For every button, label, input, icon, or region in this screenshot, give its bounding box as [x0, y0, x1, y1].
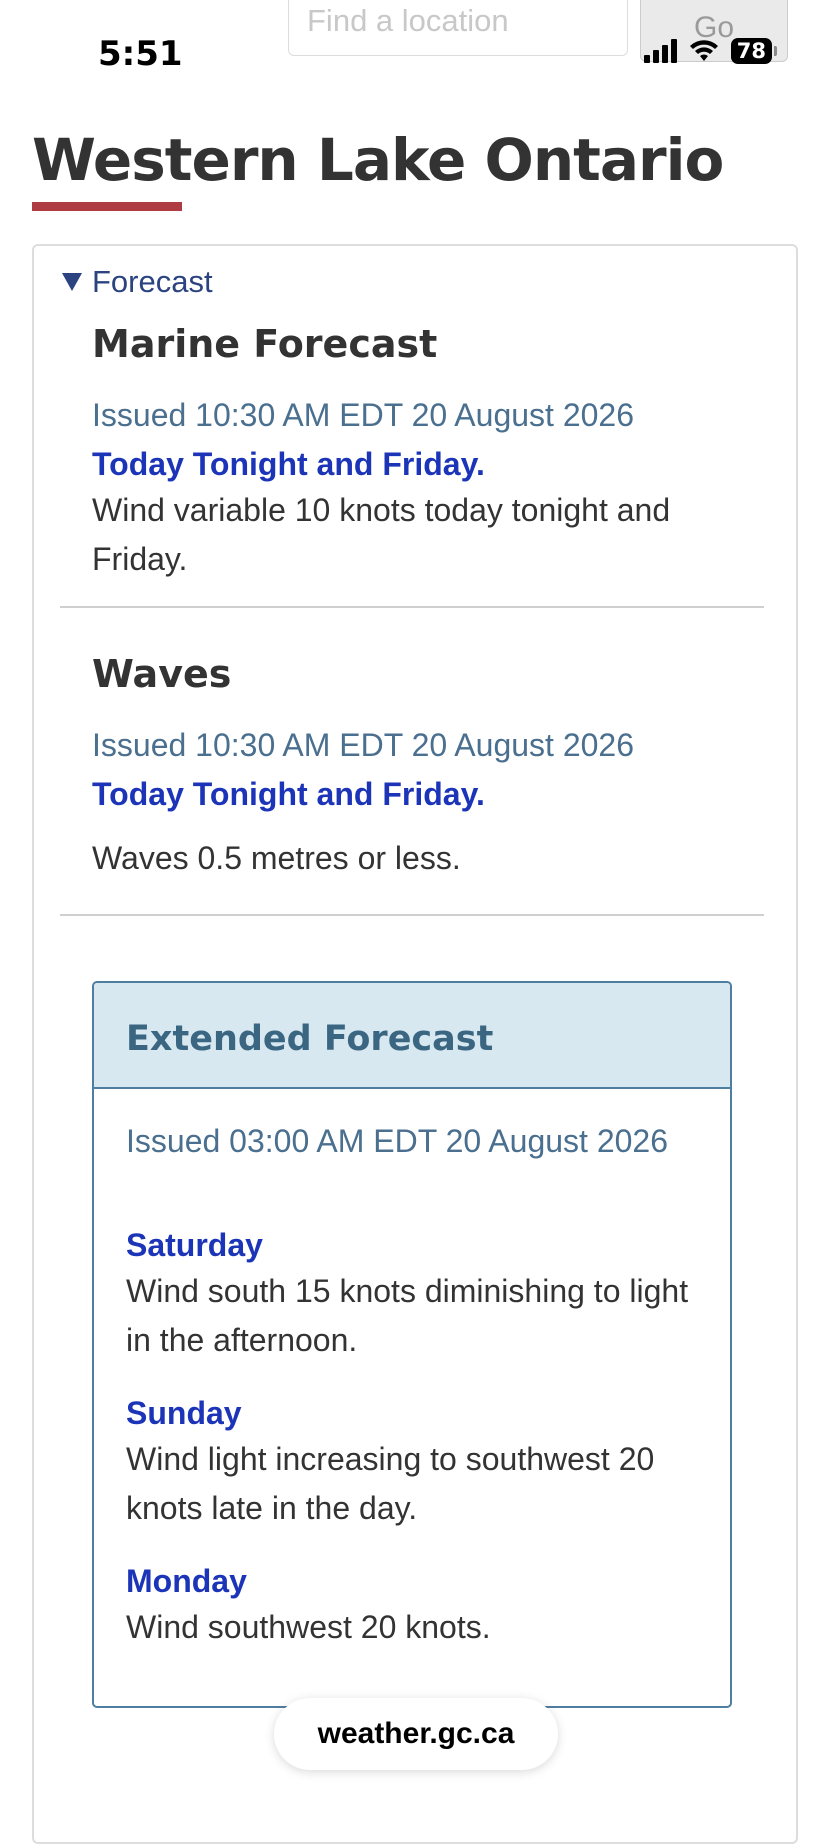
triangle-down-icon [62, 273, 82, 291]
extended-day-monday: Monday [126, 1563, 247, 1599]
extended-forecast-box: Extended Forecast Issued 03:00 AM EDT 20… [92, 981, 732, 1708]
extended-day-sunday: Sunday [126, 1395, 242, 1431]
waves-period: Today Tonight and Friday. [92, 776, 485, 812]
status-icons: 78 [643, 38, 778, 64]
extended-forecast-heading: Extended Forecast [94, 983, 730, 1089]
wifi-icon [689, 40, 718, 61]
search-input[interactable]: Find a location [288, 0, 628, 56]
forecast-summary-label: Forecast [92, 264, 213, 299]
extended-day-text: Wind light increasing to southwest 20 kn… [126, 1441, 655, 1526]
divider [60, 914, 764, 916]
marine-issued: Issued 10:30 AM EDT 20 August 2026 [92, 397, 634, 433]
divider [60, 606, 764, 608]
status-time: 5:51 [98, 34, 183, 74]
extended-issued: Issued 03:00 AM EDT 20 August 2026 [126, 1123, 668, 1159]
page-title: Western Lake Ontario [32, 126, 724, 194]
battery-icon: 78 [730, 38, 778, 64]
waves-heading: Waves [92, 652, 232, 696]
title-underline [32, 202, 182, 211]
cellular-signal-icon [643, 39, 677, 63]
marine-period: Today Tonight and Friday. [92, 446, 485, 482]
extended-day-saturday: Saturday [126, 1227, 263, 1263]
url-domain-pill[interactable]: weather.gc.ca [274, 1698, 558, 1770]
forecast-summary-toggle[interactable]: Forecast [62, 264, 213, 300]
marine-text: Wind variable 10 knots today tonight and… [92, 492, 671, 577]
waves-issued: Issued 10:30 AM EDT 20 August 2026 [92, 727, 634, 763]
waves-text: Waves 0.5 metres or less. [92, 840, 461, 876]
extended-day-text: Wind south 15 knots diminishing to light… [126, 1273, 689, 1358]
marine-forecast-heading: Marine Forecast [92, 322, 438, 366]
extended-day-text: Wind southwest 20 knots. [126, 1609, 491, 1645]
